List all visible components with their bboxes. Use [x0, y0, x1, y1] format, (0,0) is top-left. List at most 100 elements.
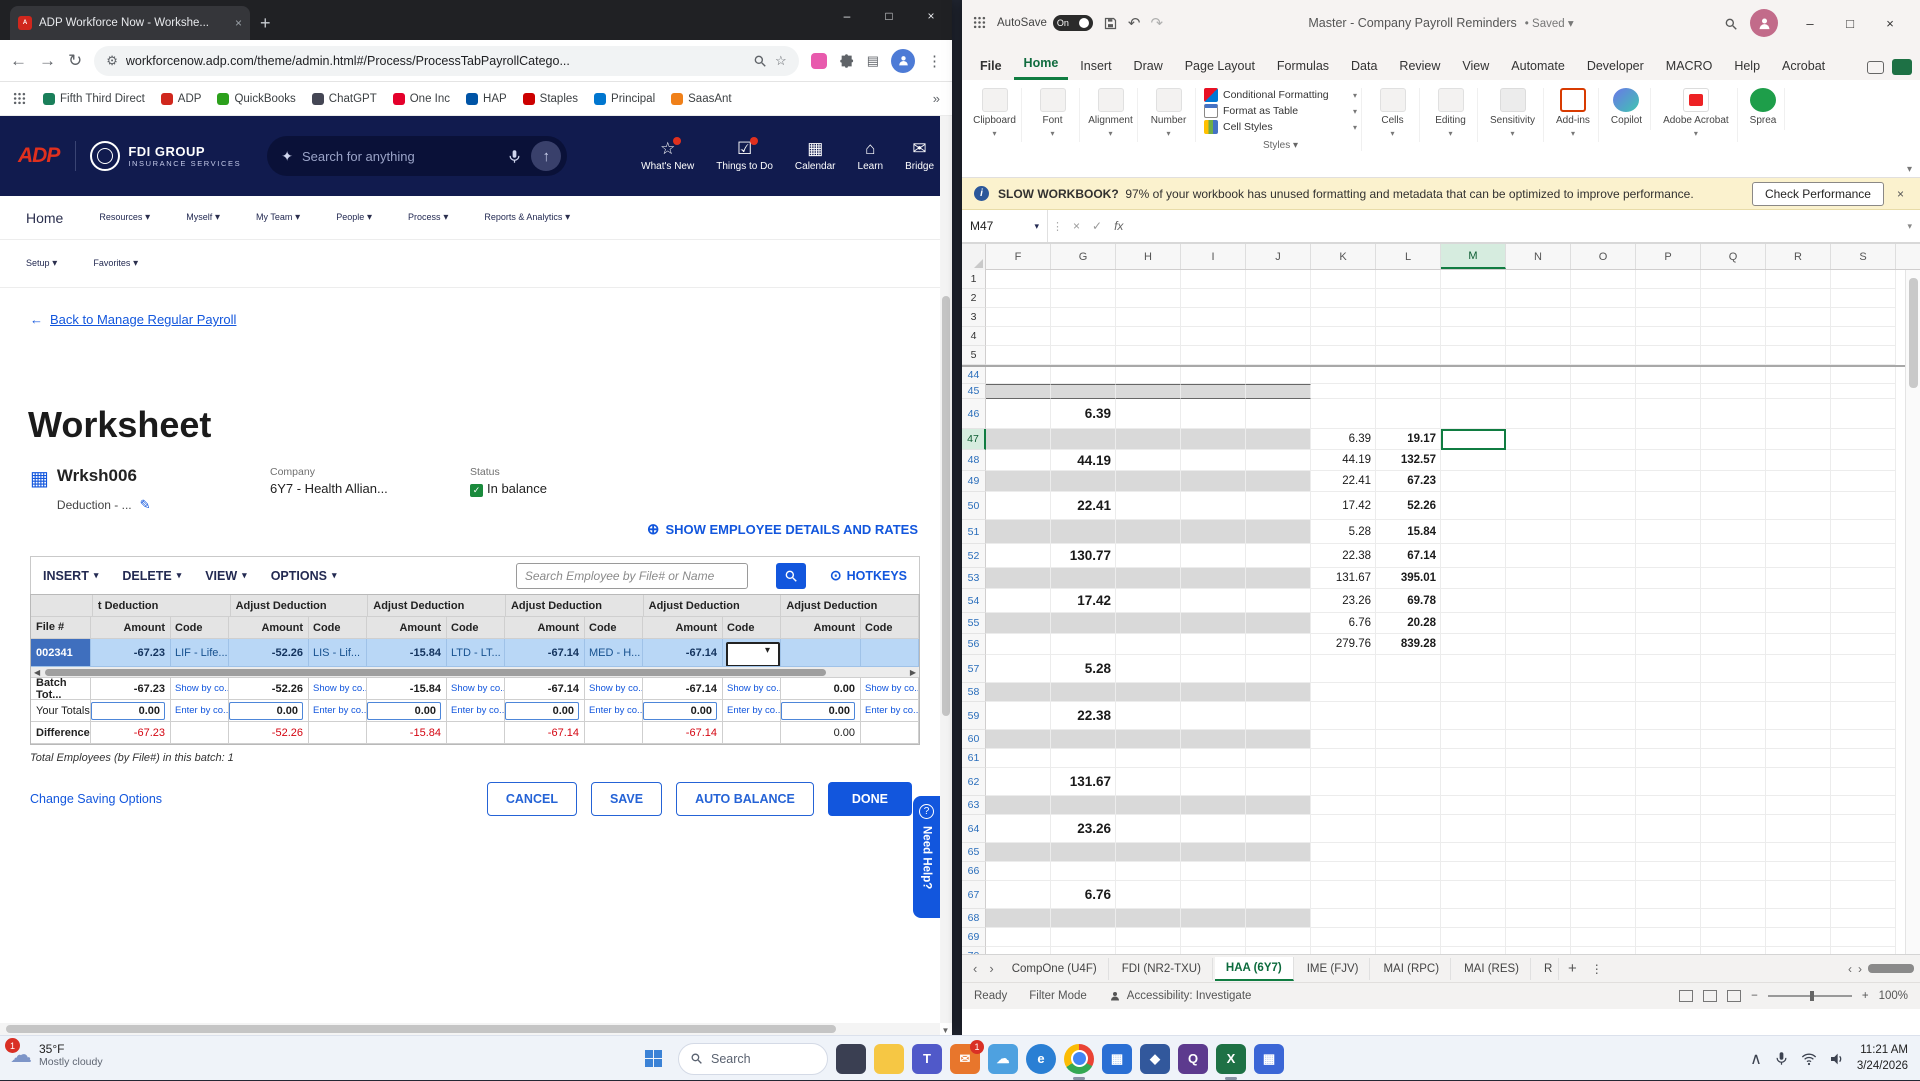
- cell-P67[interactable]: [1636, 881, 1701, 909]
- row-header-68[interactable]: 68: [962, 909, 986, 928]
- cell-H45[interactable]: [1116, 384, 1181, 399]
- zoom-in-icon[interactable]: +: [1862, 990, 1869, 1002]
- cell-N64[interactable]: [1506, 815, 1571, 843]
- cell-K67[interactable]: [1311, 881, 1376, 909]
- cell-O46[interactable]: [1571, 399, 1636, 429]
- cell-I57[interactable]: [1181, 655, 1246, 683]
- cell-O55[interactable]: [1571, 613, 1636, 634]
- select-all-corner[interactable]: [962, 244, 986, 270]
- enter-by-code-link[interactable]: Enter by co...: [727, 705, 780, 716]
- cell-O52[interactable]: [1571, 544, 1636, 568]
- cell-N4[interactable]: [1506, 327, 1571, 346]
- cell-L50[interactable]: 52.26: [1376, 492, 1441, 520]
- cell-F46[interactable]: [986, 399, 1051, 429]
- ribbon-tab[interactable]: Draw: [1124, 52, 1173, 80]
- zoom-level[interactable]: 100%: [1879, 990, 1908, 1002]
- cell-R66[interactable]: [1766, 862, 1831, 881]
- cell-O69[interactable]: [1571, 928, 1636, 947]
- row-header-65[interactable]: 65: [962, 843, 986, 862]
- table-horizontal-scrollbar[interactable]: ◀ ▶: [31, 667, 919, 678]
- cell-S54[interactable]: [1831, 589, 1896, 613]
- cell-S5[interactable]: [1831, 346, 1896, 365]
- cell-N57[interactable]: [1506, 655, 1571, 683]
- row-header-61[interactable]: 61: [962, 749, 986, 768]
- cell-K1[interactable]: [1311, 270, 1376, 289]
- cell-L60[interactable]: [1376, 730, 1441, 749]
- cell-I69[interactable]: [1181, 928, 1246, 947]
- cell-R59[interactable]: [1766, 702, 1831, 730]
- cell-N69[interactable]: [1506, 928, 1571, 947]
- scroll-right-icon[interactable]: ▶: [910, 667, 916, 678]
- cell-J69[interactable]: [1246, 928, 1311, 947]
- row-header-44[interactable]: 44: [962, 367, 986, 384]
- adobe-acrobat-button[interactable]: Adobe Acrobat ▾: [1655, 88, 1738, 142]
- employee-search-button[interactable]: [776, 563, 806, 589]
- cell-P4[interactable]: [1636, 327, 1701, 346]
- cell-O44[interactable]: [1571, 367, 1636, 384]
- cell-N55[interactable]: [1506, 613, 1571, 634]
- ribbon-tab[interactable]: Insert: [1070, 52, 1121, 80]
- cell-I67[interactable]: [1181, 881, 1246, 909]
- cell-Q61[interactable]: [1701, 749, 1766, 768]
- ribbon-collapse-icon[interactable]: ▾: [1907, 164, 1912, 175]
- cell-Q5[interactable]: [1701, 346, 1766, 365]
- cell-J52[interactable]: [1246, 544, 1311, 568]
- cell-F45[interactable]: [986, 384, 1051, 399]
- cell-H61[interactable]: [1116, 749, 1181, 768]
- cell-O63[interactable]: [1571, 796, 1636, 815]
- cell-S58[interactable]: [1831, 683, 1896, 702]
- cell-P69[interactable]: [1636, 928, 1701, 947]
- sheet-scroll-left-icon[interactable]: ‹: [968, 961, 982, 976]
- cell-O70[interactable]: [1571, 947, 1636, 954]
- global-search-input[interactable]: ✦ Search for anything ↑: [267, 136, 567, 176]
- column-header-H[interactable]: H: [1116, 244, 1181, 269]
- cell-I56[interactable]: [1181, 634, 1246, 655]
- cell-J3[interactable]: [1246, 308, 1311, 327]
- cell-S45[interactable]: [1831, 384, 1896, 399]
- copilot-button[interactable]: Copilot: [1603, 88, 1651, 130]
- cell-Q60[interactable]: [1701, 730, 1766, 749]
- cell-I46[interactable]: [1181, 399, 1246, 429]
- cell-O4[interactable]: [1571, 327, 1636, 346]
- ribbon-tab[interactable]: Automate: [1501, 52, 1575, 80]
- cell-F64[interactable]: [986, 815, 1051, 843]
- cell-R67[interactable]: [1766, 881, 1831, 909]
- taskbar-search-input[interactable]: Search: [678, 1043, 828, 1075]
- bookmark-item[interactable]: SaasAnt: [671, 93, 731, 105]
- row-header-46[interactable]: 46: [962, 399, 986, 429]
- sheet-tab[interactable]: MAI (RPC): [1372, 958, 1451, 980]
- warning-close-icon[interactable]: ×: [1893, 187, 1908, 201]
- ribbon-tab[interactable]: File: [970, 52, 1012, 80]
- ribbon-tab[interactable]: Acrobat: [1772, 52, 1835, 80]
- cell-M48[interactable]: [1441, 450, 1506, 471]
- your-total-input[interactable]: 0.00: [505, 702, 579, 720]
- auto-balance-button[interactable]: AUTO BALANCE: [676, 782, 814, 816]
- cell-P51[interactable]: [1636, 520, 1701, 544]
- cell-J51[interactable]: [1246, 520, 1311, 544]
- cell-Q52[interactable]: [1701, 544, 1766, 568]
- ribbon-group-button[interactable]: Font ▾: [1026, 88, 1080, 142]
- tabbar-scrollbar[interactable]: [1868, 964, 1914, 973]
- edge-icon[interactable]: e: [1026, 1044, 1056, 1074]
- cell-M1[interactable]: [1441, 270, 1506, 289]
- minimize-button[interactable]: –: [1790, 3, 1830, 43]
- done-button[interactable]: DONE: [828, 782, 912, 816]
- sheet-tab[interactable]: IME (FJV): [1296, 958, 1371, 980]
- cell-N49[interactable]: [1506, 471, 1571, 492]
- cell-G70[interactable]: [1051, 947, 1116, 954]
- cell-J58[interactable]: [1246, 683, 1311, 702]
- bookmark-item[interactable]: QuickBooks: [217, 93, 295, 105]
- sensitivity-button[interactable]: Sensitivity ▾: [1482, 88, 1544, 142]
- ribbon-tab[interactable]: Data: [1341, 52, 1387, 80]
- row-header-58[interactable]: 58: [962, 683, 986, 702]
- cell-F67[interactable]: [986, 881, 1051, 909]
- cell-G3[interactable]: [1051, 308, 1116, 327]
- file-explorer-icon[interactable]: [874, 1044, 904, 1074]
- row-header-47[interactable]: 47: [962, 429, 986, 450]
- cell-F63[interactable]: [986, 796, 1051, 815]
- cell-R4[interactable]: [1766, 327, 1831, 346]
- cell-G47[interactable]: [1051, 429, 1116, 450]
- cell-P54[interactable]: [1636, 589, 1701, 613]
- cell-O59[interactable]: [1571, 702, 1636, 730]
- show-by-code-link[interactable]: Show by co...: [589, 683, 642, 694]
